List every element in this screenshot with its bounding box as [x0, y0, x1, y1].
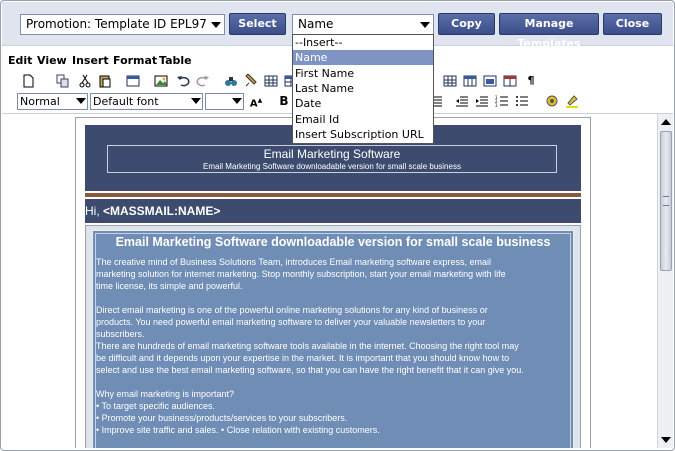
article-line: • Promote your business/products/service…: [96, 413, 348, 423]
header-title: Email Marketing Software: [263, 147, 401, 161]
close-button[interactable]: Close: [603, 13, 662, 35]
article-line: time license, its simple and powerful.: [96, 281, 243, 291]
split-cells-icon[interactable]: [503, 74, 517, 88]
article-line: select and use the best email marketing …: [96, 365, 524, 375]
cut-icon[interactable]: [78, 74, 92, 88]
bullet-list-icon[interactable]: [515, 94, 529, 108]
insert-image-icon[interactable]: [154, 74, 168, 88]
font-value: Default font: [93, 95, 159, 108]
dropdown-option-insert[interactable]: --Insert--: [293, 35, 433, 50]
article-title: Email Marketing Software downloadable ve…: [115, 235, 551, 249]
chevron-down-icon: [191, 98, 201, 104]
insert-column-icon[interactable]: [463, 74, 477, 88]
copy-icon[interactable]: [56, 74, 70, 88]
header-divider: [85, 193, 581, 197]
chevron-down-icon: [232, 98, 242, 104]
scroll-up-icon[interactable]: [660, 116, 672, 128]
field-select[interactable]: Name: [292, 14, 434, 35]
article-line: subscribers.: [96, 329, 145, 339]
spellcheck-icon[interactable]: [545, 94, 559, 108]
find-icon[interactable]: [224, 74, 238, 88]
article-line: marketing solution for internet marketin…: [96, 269, 506, 279]
menu-view[interactable]: View: [37, 54, 67, 67]
paste-icon[interactable]: [98, 74, 112, 88]
menu-edit[interactable]: Edit: [8, 54, 32, 67]
editor-window: Promotion: Template ID EPL97 Select Name…: [0, 0, 675, 451]
article-line: There are hundreds of email marketing so…: [96, 341, 519, 351]
merge-cells-icon[interactable]: [483, 74, 497, 88]
dropdown-option-email-id[interactable]: Email Id: [293, 112, 433, 127]
font-select[interactable]: Default font: [90, 93, 203, 110]
redo-icon[interactable]: [196, 74, 210, 88]
outdent-icon[interactable]: [455, 94, 469, 108]
header-box: Email Marketing Software Email Marketing…: [107, 145, 557, 173]
paragraph-style-select[interactable]: Normal: [17, 93, 88, 110]
menu-table[interactable]: Table: [159, 54, 192, 67]
font-size-select[interactable]: [205, 93, 244, 110]
promotion-select-value: Promotion: Template ID EPL97: [26, 17, 207, 31]
promotion-select[interactable]: Promotion: Template ID EPL97: [20, 14, 225, 35]
dropdown-option-last-name[interactable]: Last Name: [293, 81, 433, 96]
content-frame: Email Marketing Software downloadable ve…: [85, 225, 581, 448]
article-line: The creative mind of Business Solutions …: [96, 257, 492, 267]
chevron-down-icon: [207, 15, 224, 34]
highlight-icon[interactable]: [565, 94, 579, 108]
paragraph-mark-icon[interactable]: ¶: [524, 74, 538, 88]
chevron-down-icon: [416, 15, 433, 34]
menu-format[interactable]: Format: [113, 54, 157, 67]
scroll-down-icon[interactable]: [660, 434, 672, 446]
numbered-list-icon[interactable]: 123: [495, 94, 509, 108]
editor-canvas[interactable]: Email Marketing Software Email Marketing…: [2, 114, 657, 448]
article-box: Email Marketing Software downloadable ve…: [92, 230, 574, 448]
dropdown-option-name[interactable]: Name: [293, 50, 433, 65]
grow-font-icon[interactable]: A▲: [249, 94, 263, 109]
article-line: be difficult and it depends upon your ex…: [96, 353, 510, 363]
undo-icon[interactable]: [176, 74, 190, 88]
greeting-prefix: Hi,: [85, 204, 103, 218]
article-line: products. You need powerful email market…: [96, 317, 486, 327]
scrollbar-thumb[interactable]: [660, 131, 672, 271]
manage-templates-button[interactable]: Manage Templates: [499, 13, 599, 50]
menu-insert[interactable]: Insert: [72, 54, 109, 67]
greeting: Hi, <MASSMAIL:NAME>: [85, 199, 581, 223]
greeting-name: <MASSMAIL:NAME>: [103, 204, 221, 218]
dropdown-option-first-name[interactable]: First Name: [293, 66, 433, 81]
format-painter-icon[interactable]: [244, 74, 258, 88]
dropdown-option-date[interactable]: Date: [293, 96, 433, 111]
field-dropdown-list: --Insert-- Name First Name Last Name Dat…: [292, 34, 434, 144]
insert-row-icon[interactable]: [443, 74, 457, 88]
header-subtitle: Email Marketing Software downloadable ve…: [203, 162, 461, 171]
field-select-value: Name: [298, 17, 334, 31]
select-button[interactable]: Select: [229, 13, 286, 35]
email-template: Email Marketing Software Email Marketing…: [75, 117, 591, 448]
copy-button[interactable]: Copy: [438, 13, 495, 35]
article-line: • To target specific audiences.: [96, 401, 216, 411]
article-line: Direct email marketing is one of the pow…: [96, 305, 488, 315]
dropdown-option-subscription-url[interactable]: Insert Subscription URL: [293, 127, 433, 142]
vertical-scrollbar[interactable]: [657, 114, 673, 448]
properties-icon[interactable]: [126, 74, 140, 88]
paragraph-style-value: Normal: [20, 95, 60, 108]
insert-table-icon[interactable]: [264, 74, 278, 88]
bold-icon[interactable]: B: [277, 94, 291, 108]
chevron-down-icon: [76, 98, 86, 104]
svg-text:3: 3: [495, 103, 498, 108]
new-document-icon[interactable]: [21, 74, 35, 88]
indent-icon[interactable]: [475, 94, 489, 108]
article-line: • Improve site traffic and sales. • Clos…: [96, 425, 380, 435]
article-line: Why email marketing is important?: [96, 389, 235, 399]
